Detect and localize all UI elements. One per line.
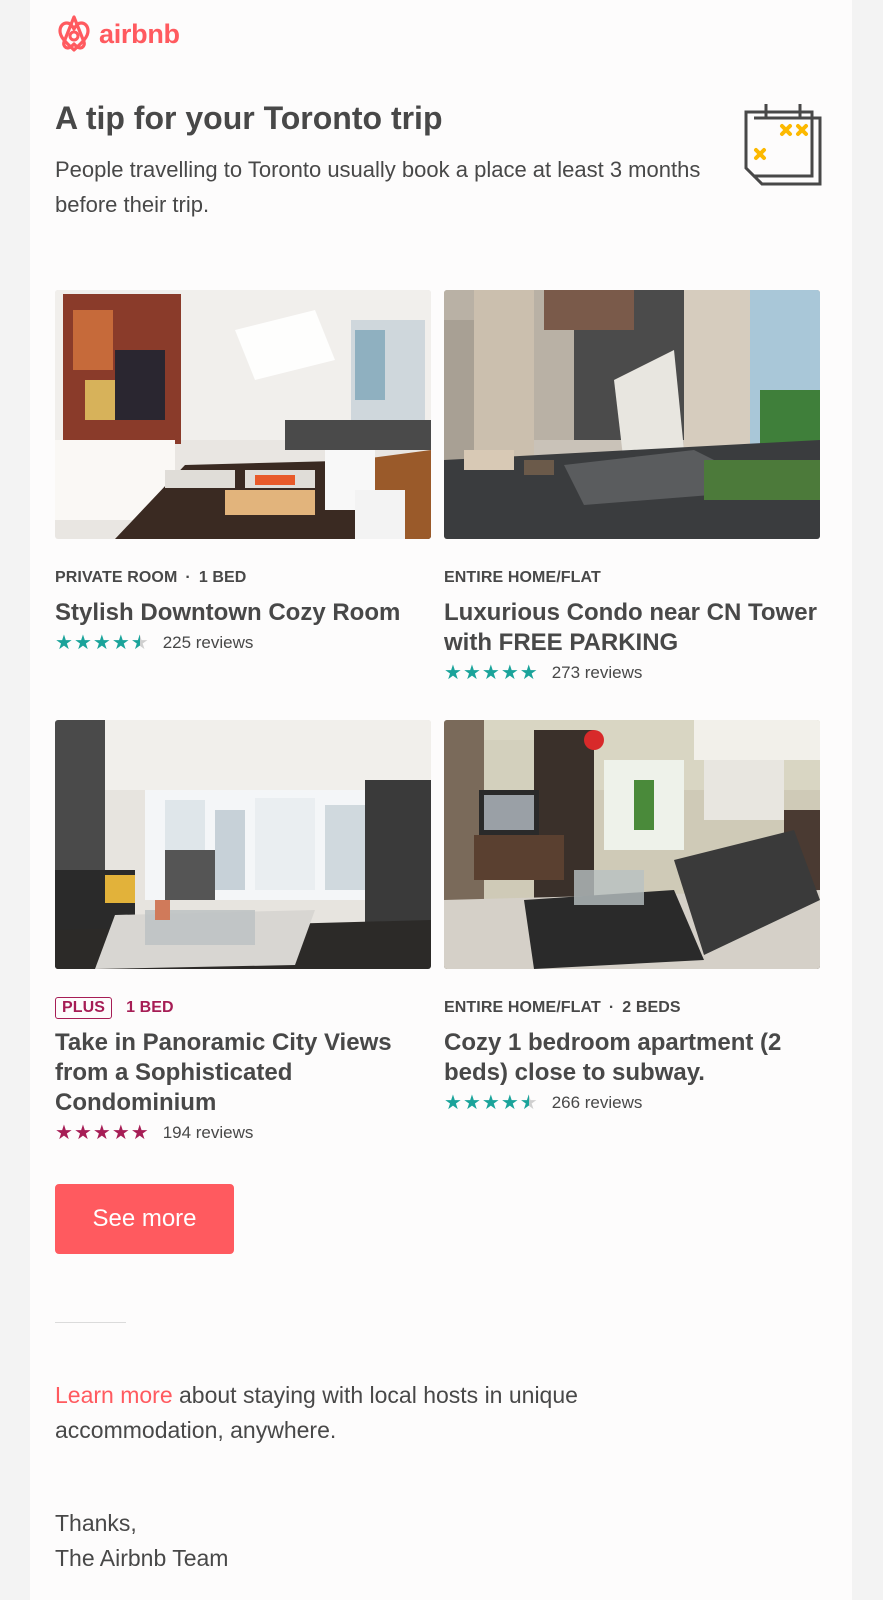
star-icon: ★ [462, 1092, 481, 1114]
star-icon: ★ [55, 1122, 73, 1144]
star-icon: ★ [444, 1092, 462, 1114]
star-icon: ★ [92, 1122, 111, 1144]
listing-meta: ENTIRE HOME/FLAT · 2 BEDS [444, 996, 820, 1020]
room-type: ENTIRE HOME/FLAT [444, 569, 601, 586]
star-icon: ★ [519, 662, 538, 684]
condo-lobby-photo[interactable] [444, 290, 820, 539]
signoff-line1: Thanks, [55, 1510, 137, 1536]
bed-count: 1 BED [198, 569, 247, 586]
listing-rating: ★ ★ ★ ★ ★ 273 reviews [444, 662, 820, 684]
signoff-line2: The Airbnb Team [55, 1545, 229, 1571]
listing-card[interactable]: PRIVATE ROOM · 1 BED Stylish Downtown Co… [55, 290, 431, 654]
star-rating: ★ ★ ★ ★ ★ [55, 1123, 149, 1143]
review-count: 225 reviews [162, 633, 254, 652]
star-icon: ★ [519, 1092, 538, 1114]
listing-meta: PRIVATE ROOM · 1 BED [55, 566, 431, 590]
star-icon: ★ [55, 632, 73, 654]
listing-title[interactable]: Stylish Downtown Cozy Room [55, 598, 431, 628]
star-icon: ★ [481, 1092, 500, 1114]
meta-separator: · [608, 999, 615, 1016]
star-icon: ★ [111, 632, 130, 654]
page-title: A tip for your Toronto trip [55, 100, 443, 136]
review-count: 273 reviews [551, 663, 643, 682]
star-icon: ★ [130, 632, 149, 654]
listing-title[interactable]: Cozy 1 bedroom apartment (2 beds) close … [444, 1028, 820, 1088]
listing-title[interactable]: Luxurious Condo near CN Tower with FREE … [444, 598, 820, 658]
star-rating: ★ ★ ★ ★ ★ [55, 633, 149, 653]
star-rating: ★ ★ ★ ★ ★ [444, 663, 538, 683]
listing-title[interactable]: Take in Panoramic City Views from a Soph… [55, 1028, 431, 1118]
star-icon: ★ [500, 1092, 519, 1114]
airbnb-belo-icon [58, 15, 90, 52]
dining-room-photo[interactable] [55, 290, 431, 539]
signoff: Thanks, The Airbnb Team [55, 1506, 228, 1576]
star-icon: ★ [481, 662, 500, 684]
meta-separator: · [185, 569, 191, 586]
airbnb-logo[interactable]: airbnb [55, 14, 180, 54]
star-icon: ★ [462, 662, 481, 684]
listing-card[interactable]: PLUS 1 BED Take in Panoramic City Views … [55, 720, 431, 1144]
divider [55, 1322, 126, 1323]
star-icon: ★ [444, 662, 462, 684]
room-type: PRIVATE ROOM [55, 569, 178, 586]
bed-count: 1 BED [126, 999, 174, 1016]
listing-meta: ENTIRE HOME/FLAT [444, 566, 820, 590]
see-more-button[interactable]: See more [55, 1184, 234, 1254]
apartment-living-photo[interactable] [444, 720, 820, 969]
listing-meta: PLUS 1 BED [55, 996, 431, 1020]
bed-count: 2 BEDS [622, 999, 681, 1016]
brand-name: airbnb [99, 18, 180, 49]
learn-more-link[interactable]: Learn more [55, 1382, 173, 1408]
listing-rating: ★ ★ ★ ★ ★ 266 reviews [444, 1092, 820, 1114]
star-icon: ★ [130, 1122, 149, 1144]
living-room-view-photo[interactable] [55, 720, 431, 969]
star-icon: ★ [73, 1122, 92, 1144]
listing-card[interactable]: ENTIRE HOME/FLAT · 2 BEDS Cozy 1 bedroom… [444, 720, 820, 1114]
review-count: 266 reviews [551, 1093, 643, 1112]
listing-rating: ★ ★ ★ ★ ★ 225 reviews [55, 632, 431, 654]
learn-more-text: Learn more about staying with local host… [55, 1378, 695, 1448]
review-count: 194 reviews [162, 1123, 254, 1142]
plus-badge: PLUS [55, 997, 113, 1019]
tip-body: People travelling to Toronto usually boo… [55, 157, 701, 217]
star-icon: ★ [111, 1122, 130, 1144]
star-icon: ★ [92, 632, 111, 654]
star-icon: ★ [500, 662, 519, 684]
calendar-icon [744, 104, 822, 186]
listing-rating: ★ ★ ★ ★ ★ 194 reviews [55, 1122, 431, 1144]
star-icon: ★ [73, 632, 92, 654]
listing-card[interactable]: ENTIRE HOME/FLAT Luxurious Condo near CN… [444, 290, 820, 684]
star-rating: ★ ★ ★ ★ ★ [444, 1093, 538, 1113]
room-type: ENTIRE HOME/FLAT [444, 999, 601, 1016]
